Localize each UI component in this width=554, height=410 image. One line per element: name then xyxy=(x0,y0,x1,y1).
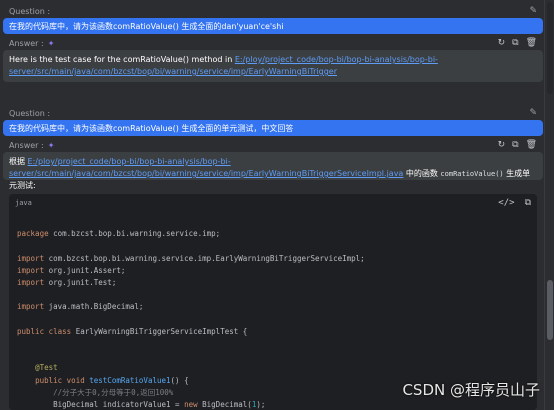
code-line: import java.math.BigDecimal; xyxy=(17,302,144,312)
code-block: java </> ⧉ package com.bzcst.bop.bi.warn… xyxy=(9,194,537,410)
code-line: import org.junit.Test; xyxy=(17,278,117,288)
code-line: import com.bzcst.bop.bi.warning.service.… xyxy=(17,253,365,263)
question-header: Question : ✎ xyxy=(3,106,543,120)
delete-icon[interactable]: 🗑 xyxy=(526,140,537,150)
chat-panel: Question : ✎ 在我的代码库中，请为该函数comRatioValue(… xyxy=(0,0,544,410)
answer-text-prefix: 根据 xyxy=(9,157,28,166)
answer-label: Answer : xyxy=(9,140,44,150)
question-label: Question : xyxy=(9,6,51,16)
scrollbar-track xyxy=(547,2,553,94)
delete-icon[interactable]: 🗑 xyxy=(526,38,537,48)
question-label: Question : xyxy=(9,108,51,118)
insert-code-icon[interactable]: </> xyxy=(498,198,514,208)
file-link[interactable]: E:/ploy/project_code/bop-bi/bop-bi-analy… xyxy=(9,157,403,178)
refresh-icon[interactable]: ↻ xyxy=(498,140,506,150)
edit-icon[interactable]: ✎ xyxy=(529,6,537,16)
sparkle-icon: ✦ xyxy=(47,38,55,48)
conversation-block-2: Question : ✎ 在我的代码库中，请为该函数comRatioValue(… xyxy=(3,106,543,190)
answer-header: Answer : ✦ ↻ ⧉ 🗑 xyxy=(3,138,543,152)
copy-icon[interactable]: ⧉ xyxy=(512,140,518,150)
scrollbar[interactable] xyxy=(544,0,554,410)
answer-text-mid: 中的函数 xyxy=(403,169,441,178)
answer-text: Here is the test case for the comRatioVa… xyxy=(9,55,235,64)
answer-body: Here is the test case for the comRatioVa… xyxy=(3,50,543,82)
code-line: package com.bzcst.bop.bi.warning.service… xyxy=(17,229,221,239)
code-line: @Test xyxy=(35,363,58,373)
answer-header: Answer : ✦ ↻ ⧉ 🗑 xyxy=(3,36,543,50)
refresh-icon[interactable]: ↻ xyxy=(498,38,506,48)
scrollbar-thumb[interactable] xyxy=(547,280,553,340)
question-text: 在我的代码库中，请为该函数comRatioValue() 生成全面的dan'yu… xyxy=(3,18,543,34)
code-header: java </> ⧉ xyxy=(9,194,537,212)
question-text: 在我的代码库中，请为该函数comRatioValue() 生成全面的单元测试，中… xyxy=(3,120,543,136)
copy-icon[interactable]: ⧉ xyxy=(512,38,518,48)
copy-code-icon[interactable]: ⧉ xyxy=(525,198,531,208)
answer-label: Answer : xyxy=(9,38,44,48)
question-header: Question : ✎ xyxy=(3,4,543,18)
code-language: java xyxy=(15,199,32,207)
code-line: import org.junit.Assert; xyxy=(17,265,126,275)
conversation-block-1: Question : ✎ 在我的代码库中，请为该函数comRatioValue(… xyxy=(3,4,543,82)
sparkle-icon: ✦ xyxy=(47,140,55,150)
answer-body: 根据 E:/ploy/project_code/bop-bi/bop-bi-an… xyxy=(3,152,543,190)
watermark: CSDN @程序员山子 xyxy=(402,381,540,399)
code-line: public class EarlyWarningBiTriggerServic… xyxy=(17,326,248,336)
inline-code: comRatioValue() xyxy=(440,170,504,178)
code-line: BigDecimal indicatorValue1 = new BigDeci… xyxy=(17,400,266,410)
edit-icon[interactable]: ✎ xyxy=(529,108,537,118)
